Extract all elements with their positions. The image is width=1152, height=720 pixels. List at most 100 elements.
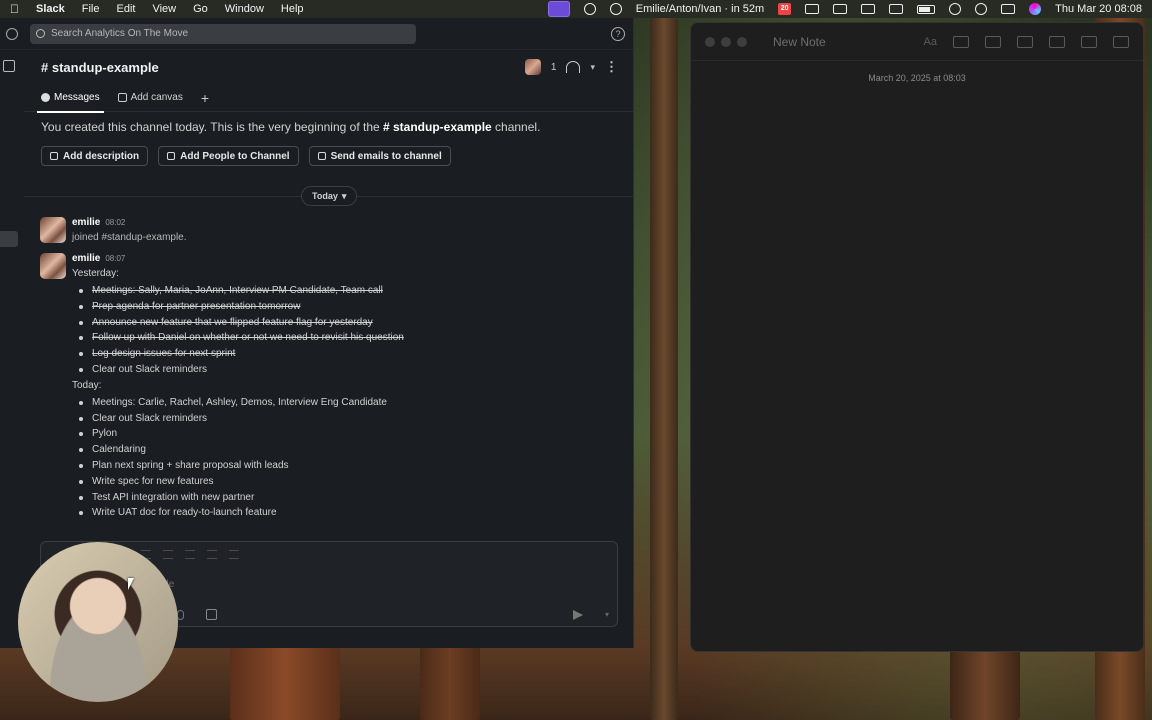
slash-command-icon[interactable] bbox=[206, 609, 217, 620]
send-emails-button[interactable]: Send emails to channel bbox=[308, 146, 451, 166]
expand-icon[interactable] bbox=[1113, 35, 1129, 48]
menu-clock[interactable]: Thu Mar 20 08:08 bbox=[1055, 3, 1142, 15]
minimize-window-button[interactable] bbox=[721, 36, 731, 47]
message-author[interactable]: emilie bbox=[72, 217, 100, 228]
menu-window[interactable]: Window bbox=[225, 3, 264, 15]
add-description-button[interactable]: Add description bbox=[41, 146, 149, 166]
day-divider-button[interactable]: Today ▾ bbox=[301, 186, 358, 206]
channel-title[interactable]: # standup-example bbox=[41, 60, 159, 75]
list-item: Pylon bbox=[72, 426, 404, 442]
media-icon[interactable] bbox=[1049, 35, 1065, 48]
history-icon[interactable] bbox=[6, 27, 18, 40]
list-item: Clear out Slack reminders bbox=[72, 362, 404, 378]
search-input[interactable]: Search Analytics On The Move bbox=[30, 23, 416, 44]
channel-header: # standup-example 1 ▾ ⋮ bbox=[24, 50, 634, 84]
list-item: Test API integration with new partner bbox=[72, 490, 404, 506]
webcam-overlay bbox=[18, 542, 178, 702]
pencil-icon bbox=[50, 152, 58, 160]
close-window-button[interactable] bbox=[705, 36, 715, 47]
blockquote-icon[interactable] bbox=[185, 550, 195, 559]
person-icon bbox=[167, 152, 176, 160]
add-tab-icon[interactable]: + bbox=[201, 90, 209, 106]
apple-menu-icon[interactable]:  bbox=[10, 3, 22, 15]
member-avatar[interactable] bbox=[524, 59, 541, 75]
avatar[interactable] bbox=[40, 253, 66, 279]
network-icon[interactable] bbox=[805, 4, 820, 14]
siri-icon[interactable] bbox=[1029, 3, 1042, 15]
display-icon[interactable] bbox=[889, 4, 904, 14]
intro-text-end: channel. bbox=[491, 120, 541, 134]
wallpaper-tree bbox=[950, 650, 1020, 720]
calendar-icon[interactable]: 20 bbox=[778, 3, 792, 15]
menu-help[interactable]: Help bbox=[281, 3, 304, 15]
mouse-cursor-icon bbox=[128, 578, 134, 590]
list-item: Plan next spring + share proposal with l… bbox=[72, 458, 404, 474]
screen-record-icon[interactable] bbox=[547, 1, 570, 17]
menu-view[interactable]: View bbox=[152, 3, 176, 15]
message-author[interactable]: emilie bbox=[72, 253, 100, 264]
message[interactable]: emilie 08:02 joined #standup-example. bbox=[24, 217, 634, 243]
intro-channel-link[interactable]: # standup-example bbox=[383, 120, 492, 134]
notes-toolbar: New Note Aa bbox=[691, 23, 1143, 61]
plus-app-icon[interactable] bbox=[861, 4, 876, 14]
yesterday-list: Meetings: Sally, Maria, JoAnn, Interview… bbox=[72, 283, 404, 378]
more-options-icon[interactable]: ⋮ bbox=[605, 59, 618, 75]
tab-label: Add canvas bbox=[130, 92, 183, 103]
audio-icon[interactable] bbox=[1017, 35, 1033, 48]
help-icon[interactable]: ? bbox=[611, 26, 625, 41]
button-label: Send emails to channel bbox=[330, 150, 442, 162]
message[interactable]: emilie 08:07 Yesterday: Meetings: Sally,… bbox=[24, 253, 634, 521]
menu-edit[interactable]: Edit bbox=[116, 3, 135, 15]
menu-file[interactable]: File bbox=[82, 3, 100, 15]
avatar[interactable] bbox=[40, 217, 66, 243]
list-item: Write spec for new features bbox=[72, 474, 404, 490]
list-item: Meetings: Sally, Maria, JoAnn, Interview… bbox=[72, 283, 404, 299]
list-item: Log design issues for next sprint bbox=[72, 346, 404, 362]
zoom-window-button[interactable] bbox=[737, 36, 747, 47]
table-icon[interactable] bbox=[985, 35, 1001, 48]
channel-tabs: Messages Add canvas + bbox=[24, 84, 634, 113]
menu-app-name[interactable]: Slack bbox=[36, 3, 65, 15]
numbered-list-icon[interactable] bbox=[163, 550, 173, 559]
message-time[interactable]: 08:02 bbox=[105, 218, 125, 227]
message-time[interactable]: 08:07 bbox=[105, 254, 125, 263]
list-item: Clear out Slack reminders bbox=[72, 411, 404, 427]
chevron-down-icon[interactable]: ▾ bbox=[590, 62, 595, 73]
member-count[interactable]: 1 bbox=[551, 62, 557, 73]
day-label: Today bbox=[312, 191, 338, 201]
settings-sun-icon[interactable] bbox=[609, 3, 622, 15]
checklist-icon[interactable] bbox=[953, 35, 969, 48]
text-format-icon[interactable]: Aa bbox=[924, 36, 937, 48]
control-center-icon[interactable] bbox=[1001, 4, 1016, 14]
wallpaper-tree bbox=[230, 640, 340, 720]
tab-messages[interactable]: Messages bbox=[37, 84, 104, 113]
battery-icon[interactable] bbox=[917, 4, 936, 14]
list-item: Prep agenda for partner presentation tom… bbox=[72, 299, 404, 315]
huddle-headphones-icon[interactable] bbox=[566, 61, 581, 73]
microphone-icon[interactable] bbox=[177, 609, 184, 620]
compose-icon[interactable] bbox=[3, 60, 15, 72]
channel-intro: You created this channel today. This is … bbox=[24, 112, 634, 134]
intro-text: You created this channel today. This is … bbox=[41, 120, 383, 134]
tab-add-canvas[interactable]: Add canvas bbox=[117, 84, 183, 112]
chevron-down-icon[interactable]: ▾ bbox=[605, 610, 609, 619]
day-divider: Today ▾ bbox=[24, 186, 634, 206]
today-label: Today: bbox=[72, 379, 102, 391]
window-icon[interactable] bbox=[833, 4, 848, 14]
note-title: New Note bbox=[773, 34, 826, 49]
list-item: Announce new feature that we flipped fea… bbox=[72, 315, 404, 331]
share-icon[interactable] bbox=[1081, 35, 1097, 48]
add-people-button[interactable]: Add People to Channel bbox=[158, 146, 299, 166]
spotlight-search-icon[interactable] bbox=[975, 3, 988, 15]
code-icon[interactable] bbox=[207, 550, 217, 559]
code-block-icon[interactable] bbox=[229, 550, 239, 559]
status-menu-icon[interactable] bbox=[583, 3, 596, 15]
meeting-reminder[interactable]: Emilie/Anton/Ivan · in 52m bbox=[636, 3, 764, 15]
envelope-icon bbox=[317, 152, 326, 160]
send-icon[interactable] bbox=[572, 609, 583, 620]
button-label: Add description bbox=[63, 150, 140, 162]
menu-go[interactable]: Go bbox=[193, 3, 208, 15]
wifi-icon[interactable] bbox=[949, 3, 962, 15]
yesterday-label: Yesterday: bbox=[72, 268, 119, 279]
button-label: Add People to Channel bbox=[180, 150, 290, 162]
